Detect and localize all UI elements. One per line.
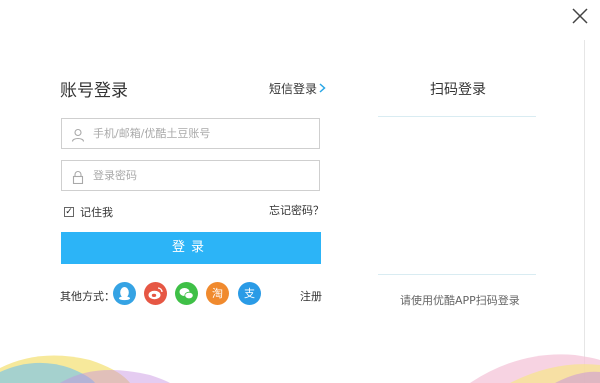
close-icon <box>572 8 588 24</box>
register-link[interactable]: 注册 <box>300 288 322 304</box>
lock-icon <box>71 169 85 185</box>
other-methods-label: 其他方式： <box>60 290 115 303</box>
password-field <box>61 160 320 191</box>
wechat-login-button[interactable] <box>175 282 198 305</box>
decorative-waves <box>0 354 600 383</box>
close-button[interactable] <box>570 6 590 26</box>
taobao-icon: 淘 <box>212 287 223 300</box>
qr-bottom-divider <box>378 274 536 275</box>
wechat-icon <box>179 288 194 300</box>
qr-caption: 请使用优酷APP扫码登录 <box>400 294 520 307</box>
remember-label: 记住我 <box>80 206 113 219</box>
qr-login-title: 扫码登录 <box>430 82 486 98</box>
remember-me: ✓ 记住我 <box>64 204 113 220</box>
account-field <box>61 118 320 149</box>
alipay-login-button[interactable]: 支 <box>238 282 261 305</box>
login-button[interactable]: 登录 <box>61 232 321 264</box>
weibo-icon <box>148 287 163 300</box>
weibo-login-button[interactable] <box>144 282 167 305</box>
remember-checkbox[interactable]: ✓ <box>64 207 74 217</box>
login-title: 账号登录 <box>60 81 128 101</box>
taobao-login-button[interactable]: 淘 <box>206 282 229 305</box>
sms-login-link[interactable]: 短信登录 <box>269 80 326 97</box>
alipay-icon: 支 <box>244 287 255 300</box>
forgot-password-link[interactable]: 忘记密码？ <box>269 202 324 218</box>
chevron-right-icon <box>319 82 326 96</box>
qq-login-button[interactable] <box>113 282 136 305</box>
qq-penguin-icon <box>118 287 131 301</box>
password-input[interactable] <box>93 161 313 190</box>
account-input[interactable] <box>93 119 313 148</box>
user-icon <box>71 127 85 142</box>
sms-login-label: 短信登录 <box>269 82 318 96</box>
qr-top-divider <box>378 116 536 117</box>
